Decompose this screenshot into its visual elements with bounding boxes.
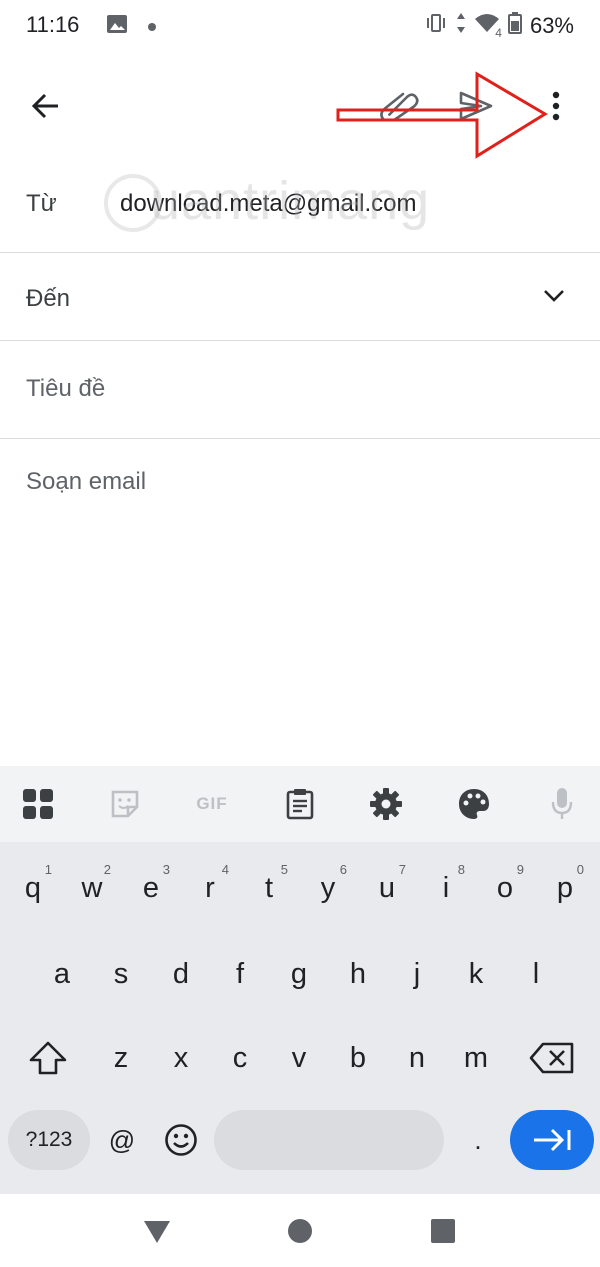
period-key[interactable]: . [458,1110,498,1170]
gif-button[interactable]: GIF [190,784,234,824]
status-bar: 11:16 4 63% [0,0,600,52]
keyboard-row-1: q1 w2 e3 r4 t5 y6 u7 i8 o9 p0 [0,846,600,930]
key-u[interactable]: u7 [358,846,416,930]
vibrate-icon [424,13,448,39]
key-x[interactable]: x [152,1016,210,1100]
status-notifications [106,14,156,39]
sticker-button[interactable] [105,784,145,824]
network-badge: 4 [495,26,502,40]
voice-input-button[interactable] [542,784,582,824]
apps-grid-icon [23,789,53,819]
shift-key[interactable] [12,1016,84,1100]
settings-button[interactable] [366,784,406,824]
keyboard: GIF q 1 w 2 e 3 r 4 t 5 y 6 u 7 i 8 o 9 … [0,766,600,1194]
arrow-right-to-line-icon [534,1128,571,1152]
body-field[interactable]: Soạn email [26,468,146,496]
palette-icon [459,789,489,819]
emoji-key[interactable] [158,1110,204,1170]
keyboard-row-3: z x c v b n m [0,1016,600,1100]
symbols-key[interactable]: ?123 [8,1110,90,1170]
key-v[interactable]: v [270,1016,328,1100]
from-label: Từ [26,190,57,217]
at-key[interactable]: @ [102,1110,142,1170]
clipboard-button[interactable] [280,784,320,824]
key-y[interactable]: y6 [299,846,357,930]
to-label: Đến [26,285,71,312]
key-n[interactable]: n [388,1016,446,1100]
clipboard-icon [286,789,314,820]
key-w[interactable]: w2 [63,846,121,930]
subject-field[interactable]: Tiêu đề [0,341,600,439]
key-l[interactable]: l [507,932,565,1016]
key-j[interactable]: j [388,932,446,1016]
chevron-down-icon[interactable] [542,287,566,308]
system-nav-bar [0,1194,600,1267]
theme-button[interactable] [454,784,494,824]
wifi-icon: 4 [474,12,502,40]
shift-icon [29,1041,67,1075]
key-q[interactable]: q1 [4,846,62,930]
key-k[interactable]: k [447,932,505,1016]
key-s[interactable]: s [92,932,150,1016]
back-button[interactable] [22,82,70,130]
key-a[interactable]: a [33,932,91,1016]
subject-placeholder: Tiêu đề [26,375,106,402]
to-field[interactable]: Đến [0,253,600,341]
gear-icon [370,788,402,820]
status-right: 4 63% [424,12,574,40]
keyboard-row-4: ?123 @ . [0,1110,600,1170]
key-d[interactable]: d [152,932,210,1016]
battery-icon [507,12,522,40]
key-p[interactable]: p0 [536,846,594,930]
emoji-icon [165,1124,197,1156]
annotation-arrow-icon [336,71,548,159]
notification-dot-icon [148,22,156,31]
gif-label: GIF [196,794,228,813]
key-o[interactable]: o9 [476,846,534,930]
key-b[interactable]: b [329,1016,387,1100]
key-t[interactable]: t5 [240,846,298,930]
key-r[interactable]: r4 [181,846,239,930]
triangle-down-icon [144,1221,170,1243]
nav-recents-button[interactable] [426,1214,460,1248]
enter-key[interactable] [510,1110,594,1170]
keyboard-toolbar: GIF [0,766,600,842]
key-g[interactable]: g [270,932,328,1016]
sticker-icon [111,790,139,818]
watermark: uantrimang [150,171,431,231]
gallery-icon [106,14,128,39]
key-e[interactable]: e3 [122,846,180,930]
key-c[interactable]: c [211,1016,269,1100]
key-i[interactable]: i8 [417,846,475,930]
keyboard-row-2: a s d f g h j k l [0,932,600,1016]
key-f[interactable]: f [211,932,269,1016]
key-m[interactable]: m [447,1016,505,1100]
backspace-icon [529,1042,574,1074]
microphone-icon [551,788,573,819]
nav-home-button[interactable] [283,1214,317,1248]
key-h[interactable]: h [329,932,387,1016]
circle-icon [288,1219,312,1243]
nav-back-button[interactable] [140,1214,174,1248]
space-key[interactable] [214,1110,444,1170]
data-arrows-icon [456,12,466,40]
square-icon [431,1219,455,1243]
arrow-left-icon [31,93,58,119]
battery-percent: 63% [529,13,574,38]
key-z[interactable]: z [92,1016,150,1100]
apps-grid-button[interactable] [18,784,58,824]
status-time: 11:16 [26,12,80,37]
more-vert-icon [552,91,560,121]
backspace-key[interactable] [516,1016,588,1100]
